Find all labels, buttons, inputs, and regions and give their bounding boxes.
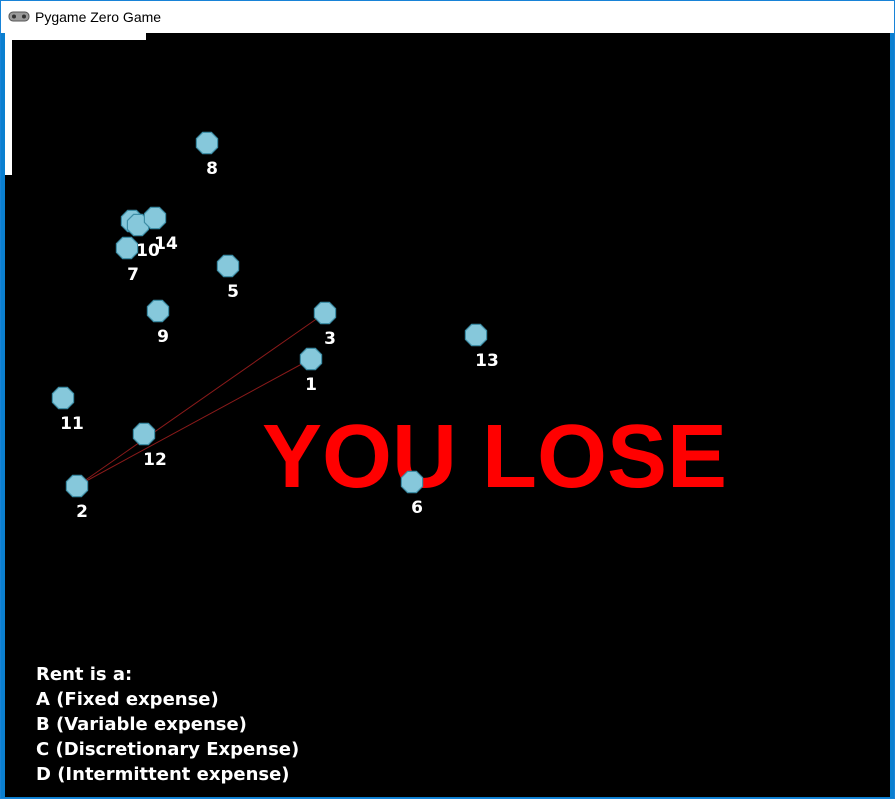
- gamepad-icon: [8, 11, 30, 22]
- node-8[interactable]: [195, 131, 219, 155]
- node-label-9: 9: [157, 327, 169, 347]
- node-label-3: 3: [324, 329, 336, 349]
- node-6[interactable]: [400, 470, 424, 494]
- node-label-12: 12: [143, 450, 167, 470]
- node-label-1: 1: [305, 375, 317, 395]
- node-9[interactable]: [146, 299, 170, 323]
- node-label-7: 7: [127, 265, 139, 285]
- node-label-5: 5: [227, 282, 239, 302]
- node-label-8: 8: [206, 159, 218, 179]
- title-bar[interactable]: Pygame Zero Game: [1, 1, 894, 33]
- node-1[interactable]: [299, 347, 323, 371]
- node-5[interactable]: [216, 254, 240, 278]
- node-14[interactable]: [143, 206, 167, 230]
- game-window: Pygame Zero Game YOU LOSE 12345678910111…: [0, 0, 895, 799]
- answer-option-b: B (Variable expense): [36, 714, 247, 735]
- window-border-right: [890, 33, 894, 798]
- node-7[interactable]: [115, 236, 139, 260]
- node-label-14: 14: [154, 234, 178, 254]
- you-lose-text: YOU LOSE: [262, 407, 727, 507]
- answer-option-d: D (Intermittent expense): [36, 764, 290, 785]
- node-13[interactable]: [464, 323, 488, 347]
- answer-option-a: A (Fixed expense): [36, 689, 219, 710]
- answer-option-c: C (Discretionary Expense): [36, 739, 300, 760]
- node-3[interactable]: [313, 301, 337, 325]
- game-canvas[interactable]: YOU LOSE 1234567891011121314 Rent is a: …: [5, 33, 890, 797]
- window-title: Pygame Zero Game: [35, 9, 162, 25]
- question-prompt: Rent is a:: [36, 664, 133, 685]
- node-label-6: 6: [411, 498, 423, 518]
- node-label-11: 11: [60, 414, 84, 434]
- node-11[interactable]: [51, 386, 75, 410]
- node-label-2: 2: [76, 502, 88, 522]
- node-12[interactable]: [132, 422, 156, 446]
- question-panel: Rent is a: A (Fixed expense) B (Variable…: [36, 662, 299, 787]
- node-label-13: 13: [475, 351, 499, 371]
- node-2[interactable]: [65, 474, 89, 498]
